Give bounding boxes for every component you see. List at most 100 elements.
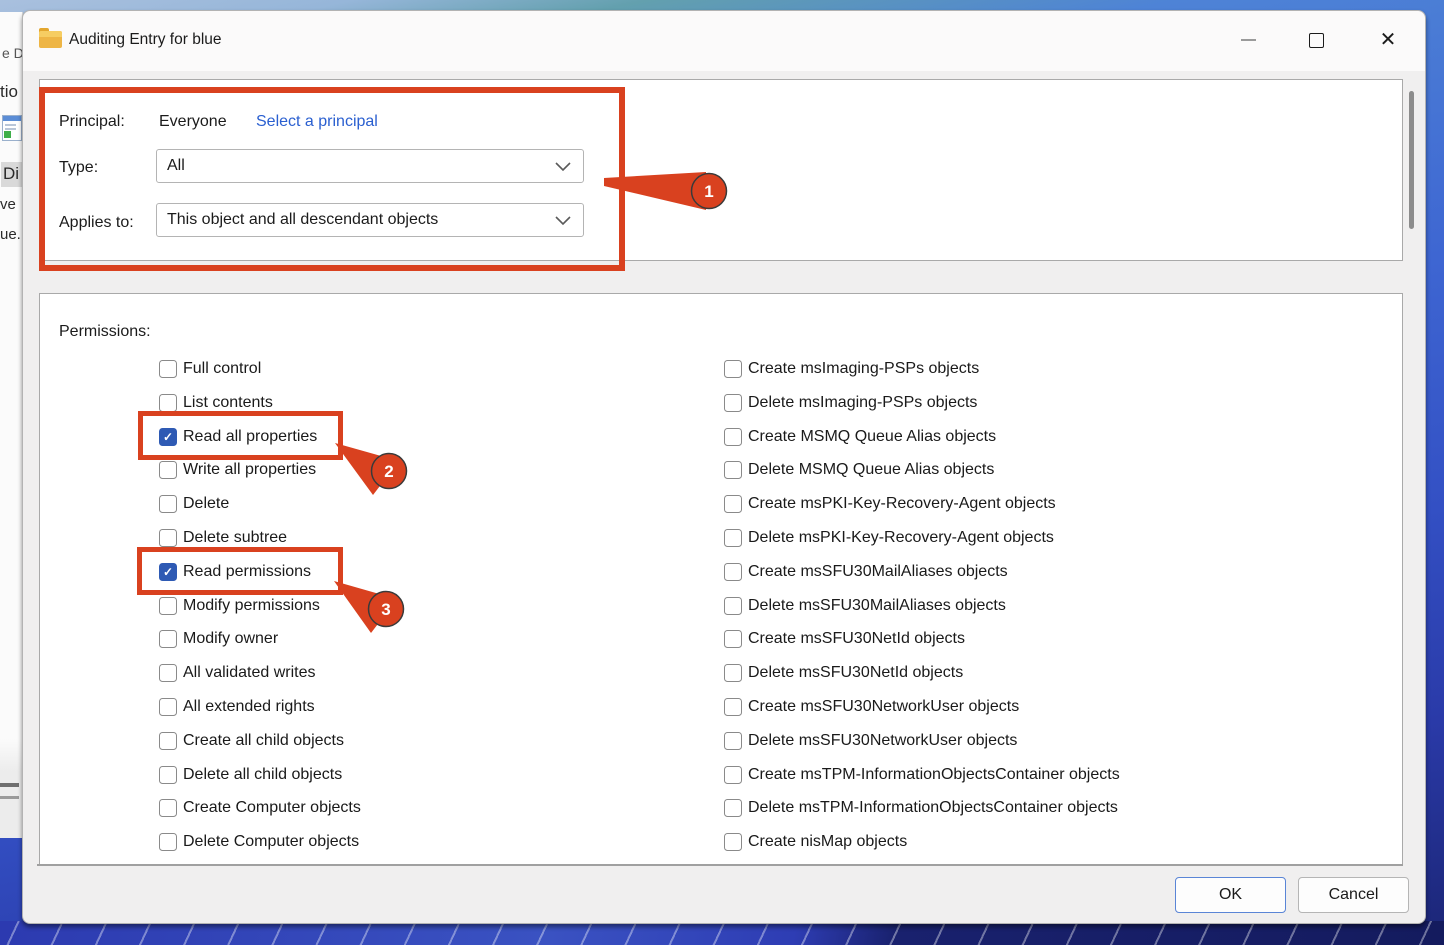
checkbox-unchecked[interactable] xyxy=(724,833,742,851)
ok-button[interactable]: OK xyxy=(1175,877,1286,913)
checkbox-unchecked[interactable] xyxy=(724,664,742,682)
type-dropdown[interactable]: All xyxy=(156,149,584,183)
permission-row-right-0[interactable]: Create msImaging-PSPs objects xyxy=(724,359,979,379)
permission-row-right-11[interactable]: Delete msSFU30NetworkUser objects xyxy=(724,731,1017,751)
auditing-entry-dialog: Auditing Entry for blue ✕ Principal: Eve… xyxy=(22,10,1426,924)
permission-label: Create msImaging-PSPs objects xyxy=(748,360,979,378)
permission-row-left-1[interactable]: List contents xyxy=(159,393,273,413)
permission-row-right-2[interactable]: Create MSMQ Queue Alias objects xyxy=(724,427,996,447)
permission-label: Delete all child objects xyxy=(183,766,342,784)
cancel-button[interactable]: Cancel xyxy=(1298,877,1409,913)
permission-row-left-8[interactable]: Modify owner xyxy=(159,629,278,649)
minimize-button[interactable] xyxy=(1227,25,1269,55)
permission-label: Full control xyxy=(183,360,261,378)
spreadsheet-icon xyxy=(2,115,22,141)
checkbox-unchecked[interactable] xyxy=(159,495,177,513)
permission-row-left-2[interactable]: ✓Read all properties xyxy=(159,427,317,447)
permission-label: Delete xyxy=(183,495,229,513)
permission-row-right-12[interactable]: Create msTPM-InformationObjectsContainer… xyxy=(724,765,1120,785)
checkbox-checked[interactable]: ✓ xyxy=(159,563,177,581)
checkbox-unchecked[interactable] xyxy=(724,732,742,750)
permission-row-left-4[interactable]: Delete xyxy=(159,494,229,514)
permission-row-right-8[interactable]: Create msSFU30NetId objects xyxy=(724,629,965,649)
applies-to-dropdown[interactable]: This object and all descendant objects xyxy=(156,203,584,237)
permission-row-left-10[interactable]: All extended rights xyxy=(159,697,315,717)
background-window-sliver: e D tio Di ve ue. xyxy=(0,12,23,838)
permission-label: Create nisMap objects xyxy=(748,833,907,851)
checkbox-unchecked[interactable] xyxy=(159,360,177,378)
permission-label: Create Computer objects xyxy=(183,799,361,817)
vertical-scrollbar-thumb[interactable] xyxy=(1409,91,1414,229)
checkbox-unchecked[interactable] xyxy=(724,799,742,817)
permission-row-right-1[interactable]: Delete msImaging-PSPs objects xyxy=(724,393,977,413)
background-text-fragment: e D xyxy=(2,45,24,61)
permission-row-left-6[interactable]: ✓ Read permissions xyxy=(159,562,311,582)
background-text-fragment: ve xyxy=(0,196,16,213)
permission-row-right-5[interactable]: Delete msPKI-Key-Recovery-Agent objects xyxy=(724,528,1054,548)
permission-row-left-7[interactable]: Modify permissions xyxy=(159,596,320,616)
permission-label: Delete MSMQ Queue Alias objects xyxy=(748,461,994,479)
checkbox-unchecked[interactable] xyxy=(724,529,742,547)
checkbox-unchecked[interactable] xyxy=(724,563,742,581)
type-label: Type: xyxy=(59,159,98,177)
permission-row-left-9[interactable]: All validated writes xyxy=(159,663,316,683)
dialog-title: Auditing Entry for blue xyxy=(69,31,222,49)
permission-label: Create msSFU30NetId objects xyxy=(748,630,965,648)
checkbox-unchecked[interactable] xyxy=(724,360,742,378)
checkbox-unchecked[interactable] xyxy=(724,698,742,716)
maximize-button[interactable] xyxy=(1295,25,1337,55)
permission-row-left-14[interactable]: Delete Computer objects xyxy=(159,832,359,852)
permission-row-right-14[interactable]: Create nisMap objects xyxy=(724,832,907,852)
checkbox-unchecked[interactable] xyxy=(724,461,742,479)
checkbox-checked[interactable]: ✓ xyxy=(159,428,177,446)
checkbox-unchecked[interactable] xyxy=(159,664,177,682)
close-button[interactable]: ✕ xyxy=(1367,25,1409,55)
permission-row-right-7[interactable]: Delete msSFU30MailAliases objects xyxy=(724,596,1006,616)
checkbox-unchecked[interactable] xyxy=(724,630,742,648)
permission-label: All extended rights xyxy=(183,698,315,716)
permission-row-right-4[interactable]: Create msPKI-Key-Recovery-Agent objects xyxy=(724,494,1056,514)
checkbox-unchecked[interactable] xyxy=(159,597,177,615)
permission-row-right-10[interactable]: Create msSFU30NetworkUser objects xyxy=(724,697,1019,717)
checkbox-unchecked[interactable] xyxy=(159,732,177,750)
checkbox-unchecked[interactable] xyxy=(159,799,177,817)
permission-row-left-13[interactable]: Create Computer objects xyxy=(159,798,361,818)
close-icon: ✕ xyxy=(1380,30,1397,50)
chevron-down-icon xyxy=(555,216,571,226)
permission-row-left-3[interactable]: Write all properties xyxy=(159,460,316,480)
select-principal-link[interactable]: Select a principal xyxy=(256,113,378,131)
checkbox-unchecked[interactable] xyxy=(724,428,742,446)
permission-label: Create all child objects xyxy=(183,732,344,750)
background-text-fragment: ue. xyxy=(0,226,21,243)
divider xyxy=(0,796,19,799)
checkbox-unchecked[interactable] xyxy=(724,597,742,615)
maximize-icon xyxy=(1309,33,1324,48)
checkbox-unchecked[interactable] xyxy=(159,529,177,547)
permission-label: Read permissions xyxy=(183,563,311,581)
minimize-icon xyxy=(1241,39,1256,41)
permission-label: Delete msSFU30NetworkUser objects xyxy=(748,732,1017,750)
checkbox-unchecked[interactable] xyxy=(159,698,177,716)
permission-row-right-13[interactable]: Delete msTPM-InformationObjectsContainer… xyxy=(724,798,1118,818)
permission-row-right-6[interactable]: Create msSFU30MailAliases objects xyxy=(724,562,1008,582)
permission-label: Create msPKI-Key-Recovery-Agent objects xyxy=(748,495,1056,513)
checkbox-unchecked[interactable] xyxy=(159,833,177,851)
checkbox-unchecked[interactable] xyxy=(724,495,742,513)
permission-row-left-0[interactable]: Full control xyxy=(159,359,261,379)
checkbox-unchecked[interactable] xyxy=(159,766,177,784)
footer-divider xyxy=(37,864,1403,866)
permission-label: Delete msSFU30MailAliases objects xyxy=(748,597,1006,615)
permission-row-right-9[interactable]: Delete msSFU30NetId objects xyxy=(724,663,963,683)
checkbox-unchecked[interactable] xyxy=(159,630,177,648)
permission-row-left-5[interactable]: Delete subtree xyxy=(159,528,287,548)
permission-row-right-3[interactable]: Delete MSMQ Queue Alias objects xyxy=(724,460,994,480)
checkbox-unchecked[interactable] xyxy=(724,766,742,784)
checkbox-unchecked[interactable] xyxy=(159,394,177,412)
permission-label: All validated writes xyxy=(183,664,316,682)
permission-row-left-11[interactable]: Create all child objects xyxy=(159,731,344,751)
permission-row-left-12[interactable]: Delete all child objects xyxy=(159,765,342,785)
checkbox-unchecked[interactable] xyxy=(724,394,742,412)
permission-label: Create msSFU30NetworkUser objects xyxy=(748,698,1019,716)
checkbox-unchecked[interactable] xyxy=(159,461,177,479)
permission-label: Delete msPKI-Key-Recovery-Agent objects xyxy=(748,529,1054,547)
